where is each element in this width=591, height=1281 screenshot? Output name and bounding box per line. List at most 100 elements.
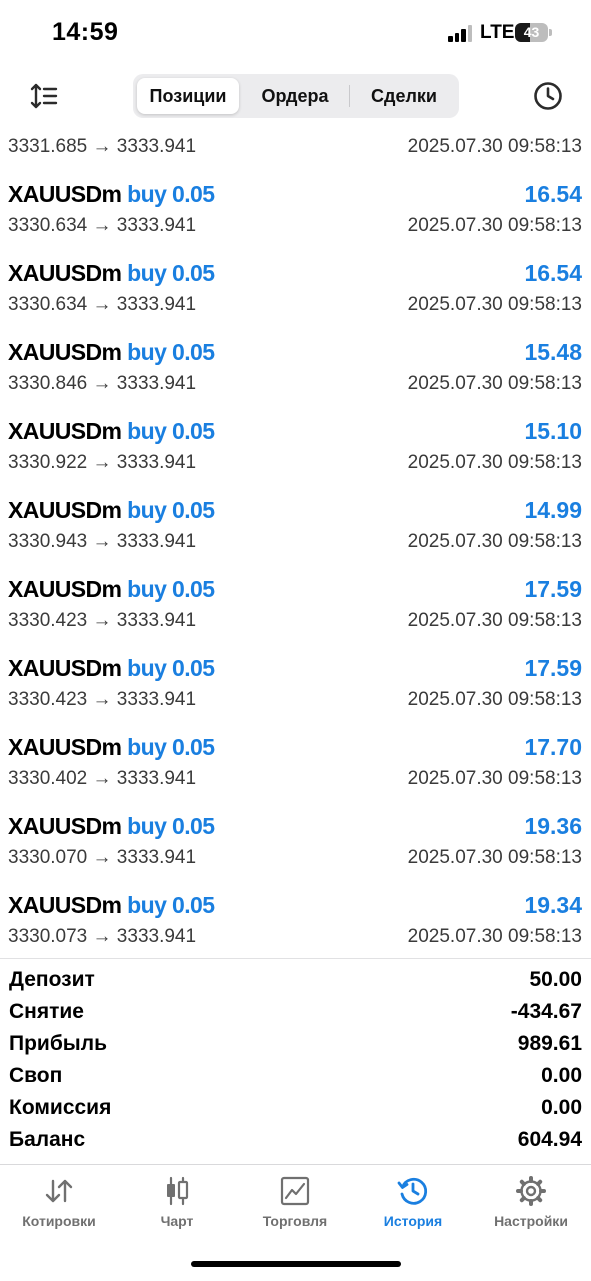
deal-type: buy 0.05 (127, 497, 215, 523)
deal-type: buy 0.05 (127, 260, 215, 286)
list-item[interactable]: XAUUSDm buy 0.05 16.54 3330.634 → 3333.9… (0, 248, 591, 327)
deal-prices: 3330.943 → 3333.941 (8, 531, 197, 552)
list-item[interactable]: XAUUSDm buy 0.05 19.36 3330.070 → 3333.9… (0, 801, 591, 880)
deal-title: XAUUSDm buy 0.05 (8, 734, 215, 761)
deal-prices: 3330.846 → 3333.941 (8, 373, 197, 394)
deal-profit: 17.70 (524, 734, 582, 760)
deal-title: XAUUSDm buy 0.05 (8, 418, 215, 445)
deal-symbol: XAUUSDm (8, 892, 122, 918)
deal-datetime: 2025.07.30 09:58:13 (407, 768, 582, 789)
deal-datetime: 2025.07.30 09:58:13 (407, 689, 582, 710)
deal-profit: 16.54 (524, 260, 582, 286)
deal-symbol: XAUUSDm (8, 260, 122, 286)
deal-prices: 3330.423 → 3333.941 (8, 610, 197, 631)
deal-datetime: 2025.07.30 09:58:13 (407, 926, 582, 947)
deal-symbol: XAUUSDm (8, 181, 122, 207)
segmented-control: Позиции Ордера Сделки (133, 74, 459, 118)
deal-title: XAUUSDm buy 0.05 (8, 181, 215, 208)
history-button[interactable] (532, 80, 564, 112)
deal-prices: 3331.685 → 3333.941 (8, 136, 197, 157)
deal-prices: 3330.402 → 3333.941 (8, 768, 197, 789)
deal-title: XAUUSDm buy 0.05 (8, 892, 215, 919)
deal-type: buy 0.05 (127, 339, 215, 365)
deal-symbol: XAUUSDm (8, 339, 122, 365)
list-item[interactable]: XAUUSDm buy 0.05 19.34 3330.073 → 3333.9… (0, 880, 591, 958)
list-item[interactable]: XAUUSDm buy 0.05 17.59 3330.423 → 3333.9… (0, 564, 591, 643)
deal-prices: 3330.922 → 3333.941 (8, 452, 197, 473)
sort-button[interactable] (30, 82, 60, 110)
list-item[interactable]: XAUUSDm buy 0.05 16.54 3330.634 → 3333.9… (0, 169, 591, 248)
list-item[interactable]: XAUUSDm buy 0.05 17.70 3330.402 → 3333.9… (0, 722, 591, 801)
segment-positions[interactable]: Позиции (137, 78, 239, 114)
summary-row-deposit: Депозит 50.00 (0, 968, 591, 1000)
tab-quotes[interactable]: Котировки (0, 1175, 118, 1235)
deal-profit: 17.59 (524, 576, 582, 602)
status-time: 14:59 (52, 18, 119, 46)
deal-prices: 3330.634 → 3333.941 (8, 215, 197, 236)
segment-orders[interactable]: Ордера (245, 78, 345, 114)
deal-symbol: XAUUSDm (8, 655, 122, 681)
deal-profit: 19.34 (524, 892, 582, 918)
deal-title: XAUUSDm buy 0.05 (8, 260, 215, 287)
deal-symbol: XAUUSDm (8, 734, 122, 760)
list-item-partial[interactable]: 3331.685 → 3333.941 2025.07.30 09:58:13 (0, 124, 591, 159)
deal-profit: 16.54 (524, 181, 582, 207)
tab-chart[interactable]: Чарт (118, 1175, 236, 1235)
segment-deals[interactable]: Сделки (353, 78, 455, 114)
tab-settings[interactable]: Настройки (472, 1175, 590, 1235)
tab-history[interactable]: История (354, 1175, 472, 1235)
deal-datetime: 2025.07.30 09:58:13 (407, 136, 582, 157)
quotes-arrows-icon (45, 1179, 73, 1203)
deal-datetime: 2025.07.30 09:58:13 (407, 294, 582, 315)
summary-label: Депозит (9, 968, 95, 991)
tab-trade[interactable]: Торговля (236, 1175, 354, 1235)
deal-symbol: XAUUSDm (8, 576, 122, 602)
battery-percent: 43 (523, 24, 540, 40)
deal-type: buy 0.05 (127, 892, 215, 918)
deals-list[interactable]: 3331.685 → 3333.941 2025.07.30 09:58:13 … (0, 124, 591, 958)
list-item[interactable]: XAUUSDm buy 0.05 15.48 3330.846 → 3333.9… (0, 327, 591, 406)
deal-type: buy 0.05 (127, 813, 215, 839)
summary-value: 50.00 (529, 968, 582, 991)
deal-datetime: 2025.07.30 09:58:13 (407, 215, 582, 236)
deal-profit: 17.59 (524, 655, 582, 681)
deal-datetime: 2025.07.30 09:58:13 (407, 610, 582, 631)
deal-title: XAUUSDm buy 0.05 (8, 813, 215, 840)
summary-label: Своп (9, 1064, 63, 1087)
summary-row-swap: Своп 0.00 (0, 1064, 591, 1096)
tab-label: История (383, 1213, 443, 1229)
deal-profit: 14.99 (524, 497, 582, 523)
battery-cap (549, 29, 552, 36)
status-bar: 14:59 LTE 43 (0, 0, 591, 66)
summary-value: -434.67 (510, 1000, 582, 1023)
list-item[interactable]: XAUUSDm buy 0.05 15.10 3330.922 → 3333.9… (0, 406, 591, 485)
deal-prices: 3330.423 → 3333.941 (8, 689, 197, 710)
summary-row-commission: Комиссия 0.00 (0, 1096, 591, 1128)
deal-datetime: 2025.07.30 09:58:13 (407, 531, 582, 552)
list-item[interactable]: XAUUSDm buy 0.05 17.59 3330.423 → 3333.9… (0, 643, 591, 722)
network-type: LTE (480, 22, 515, 43)
deal-type: buy 0.05 (127, 655, 215, 681)
deal-title: XAUUSDm buy 0.05 (8, 497, 215, 524)
deal-type: buy 0.05 (127, 418, 215, 444)
history-clock-icon (397, 1177, 428, 1205)
deal-symbol: XAUUSDm (8, 813, 122, 839)
deal-prices: 3330.073 → 3333.941 (8, 926, 197, 947)
battery-icon: 43 (515, 23, 548, 42)
list-divider (0, 958, 591, 959)
deal-title: XAUUSDm buy 0.05 (8, 339, 215, 366)
list-item[interactable]: XAUUSDm buy 0.05 14.99 3330.943 → 3333.9… (0, 485, 591, 564)
tab-label: Торговля (262, 1213, 328, 1229)
deal-datetime: 2025.07.30 09:58:13 (407, 373, 582, 394)
summary-label: Снятие (9, 1000, 84, 1023)
summary-value: 604.94 (517, 1128, 582, 1151)
summary-label: Комиссия (9, 1096, 112, 1119)
home-indicator[interactable] (191, 1261, 401, 1267)
summary-row-withdrawal: Снятие -434.67 (0, 1000, 591, 1032)
deal-datetime: 2025.07.30 09:58:13 (407, 847, 582, 868)
deal-symbol: XAUUSDm (8, 418, 122, 444)
trade-chart-icon (280, 1176, 310, 1206)
gear-icon (516, 1176, 546, 1206)
clock-icon (534, 82, 562, 110)
deal-datetime: 2025.07.30 09:58:13 (407, 452, 582, 473)
